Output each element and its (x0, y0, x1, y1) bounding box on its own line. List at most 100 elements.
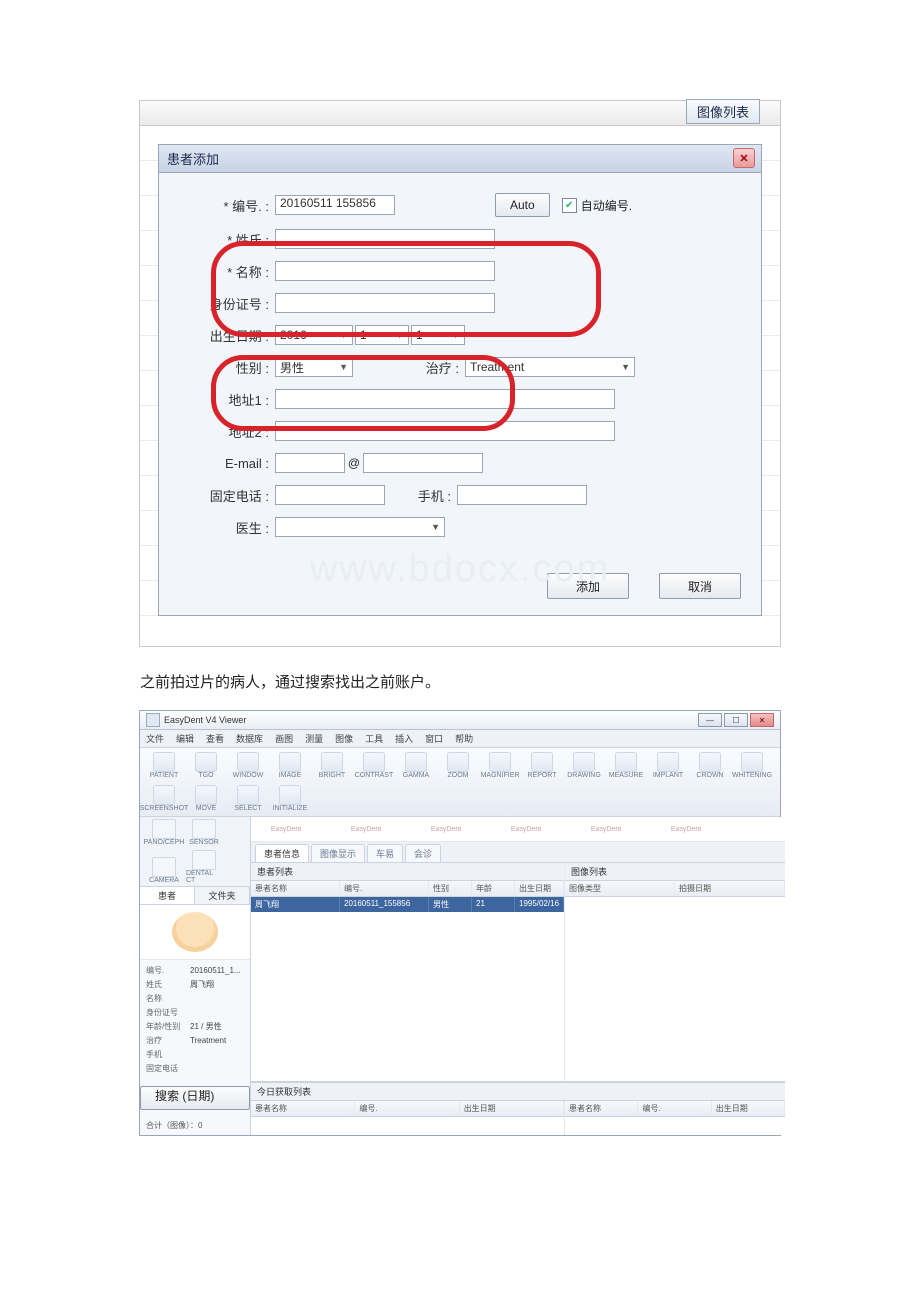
thT-B0[interactable]: 患者名称 (565, 1101, 638, 1116)
select-year[interactable]: 2016▼ (275, 325, 353, 345)
menu-6[interactable]: 图像 (335, 732, 353, 745)
chevron-down-icon: ▼ (431, 522, 440, 532)
toolbtn-initialize[interactable]: INITIALIZE (272, 785, 308, 812)
ctab-0[interactable]: 患者信息 (255, 844, 309, 862)
auto-button[interactable]: Auto (495, 193, 550, 217)
chevron-down-icon: ▼ (395, 330, 404, 340)
image-count: 合计（图像）：0 (140, 1116, 250, 1135)
select-doctor[interactable]: ▼ (275, 517, 445, 537)
toolbtn-magnifier[interactable]: MAGNIFIER (482, 752, 518, 779)
input-id[interactable]: 20160511 155856 (275, 195, 395, 215)
info-nid-k: 身份证号 (146, 1006, 190, 1020)
select-day[interactable]: 1▼ (411, 325, 465, 345)
tool-label: INITIALIZE (273, 805, 308, 812)
thB-1[interactable]: 拍摄日期 (675, 881, 785, 896)
toolbtn-tgo[interactable]: TGO (188, 752, 224, 779)
menu-7[interactable]: 工具 (365, 732, 383, 745)
tool-icon (237, 752, 259, 772)
menu-0[interactable]: 文件 (146, 732, 164, 745)
toolbtn-report[interactable]: REPORT (524, 752, 560, 779)
toolbtn-select[interactable]: SELECT (230, 785, 266, 812)
ctab-1[interactable]: 图像显示 (311, 844, 365, 862)
menu-8[interactable]: 插入 (395, 732, 413, 745)
minimize-icon[interactable]: — (698, 713, 722, 727)
tool-icon (405, 752, 427, 772)
label-doctor: 医生 : (183, 518, 275, 537)
toolbtn-screenshot[interactable]: SCREENSHOT (146, 785, 182, 812)
thumb-3[interactable]: EasyDent (501, 823, 551, 835)
input-firstname[interactable] (275, 261, 495, 281)
label-firstname: * 名称 : (183, 262, 275, 281)
input-email-domain[interactable] (363, 453, 483, 473)
auto-number-checkbox[interactable]: ✔ 自动编号. (562, 197, 632, 214)
thumb-1[interactable]: EasyDent (341, 823, 391, 835)
input-tel[interactable] (275, 485, 385, 505)
toolbtn-move[interactable]: MOVE (188, 785, 224, 812)
toolbtn-implant[interactable]: IMPLANT (650, 752, 686, 779)
input-email-local[interactable] (275, 453, 345, 473)
select-treatment[interactable]: Treatment▼ (465, 357, 635, 377)
thA-3[interactable]: 年龄 (472, 881, 515, 896)
toolbtn-crown[interactable]: CROWN (692, 752, 728, 779)
label-id: * 编号. : (183, 196, 275, 215)
tab-image-list[interactable]: 图像列表 (686, 99, 760, 124)
thB-0[interactable]: 图像类型 (565, 881, 675, 896)
ctab-2[interactable]: 车易 (367, 844, 403, 862)
input-lastname[interactable] (275, 229, 495, 249)
thA-4[interactable]: 出生日期 (515, 881, 564, 896)
toolbtn-image[interactable]: IMAGE (272, 752, 308, 779)
add-button[interactable]: 添加 (547, 573, 629, 599)
maximize-icon[interactable]: ☐ (724, 713, 748, 727)
menu-1[interactable]: 编辑 (176, 732, 194, 745)
menu-4[interactable]: 画图 (275, 732, 293, 745)
subbtn-1[interactable]: SENSOR (186, 819, 222, 846)
search-date-button[interactable]: 搜索 (日期) (140, 1086, 250, 1110)
thA-2[interactable]: 性别 (429, 881, 472, 896)
toolbtn-patient[interactable]: PATIENT (146, 752, 182, 779)
subbtn-2[interactable]: CAMERA (146, 857, 182, 884)
subbtn-3[interactable]: DENTAL CT (186, 850, 222, 884)
menu-5[interactable]: 测量 (305, 732, 323, 745)
toolbtn-gamma[interactable]: GAMMA (398, 752, 434, 779)
lp-tab-folder[interactable]: 文件夹 (195, 887, 250, 904)
select-gender[interactable]: 男性▼ (275, 357, 353, 377)
close-icon[interactable]: ✕ (750, 713, 774, 727)
ctab-3[interactable]: 会诊 (405, 844, 441, 862)
toolbtn-zoom[interactable]: ZOOM (440, 752, 476, 779)
caption-text: 之前拍过片的病人，通过搜索找出之前账户。 (140, 671, 780, 692)
thA-0[interactable]: 患者名称 (251, 881, 340, 896)
lp-tab-patient[interactable]: 患者 (140, 887, 195, 904)
thumb-2[interactable]: EasyDent (421, 823, 471, 835)
thT-A0[interactable]: 患者名称 (251, 1101, 355, 1116)
thT-B2[interactable]: 出生日期 (712, 1101, 785, 1116)
thT-B1[interactable]: 编号. (638, 1101, 711, 1116)
thumb-0[interactable]: EasyDent (261, 823, 311, 835)
input-addr2[interactable] (275, 421, 615, 441)
toolbtn-whitening[interactable]: WHITENING (734, 752, 770, 779)
input-mobile[interactable] (457, 485, 587, 505)
close-icon[interactable]: ✕ (733, 148, 755, 168)
select-month[interactable]: 1▼ (355, 325, 409, 345)
tool-icon (699, 752, 721, 772)
thT-A2[interactable]: 出生日期 (460, 1101, 564, 1116)
toolbtn-contrast[interactable]: CONTRAST (356, 752, 392, 779)
menu-9[interactable]: 窗口 (425, 732, 443, 745)
toolbtn-measure[interactable]: MEASURE (608, 752, 644, 779)
thT-A1[interactable]: 编号. (355, 1101, 459, 1116)
thA-1[interactable]: 编号. (340, 881, 429, 896)
tool-label: BRIGHT (319, 772, 345, 779)
subbtn-0[interactable]: PANO/CEPH (146, 819, 182, 846)
thumb-4[interactable]: EasyDent (581, 823, 631, 835)
input-addr1[interactable] (275, 389, 615, 409)
menu-2[interactable]: 查看 (206, 732, 224, 745)
select-gender-value: 男性 (280, 359, 304, 376)
input-nid[interactable] (275, 293, 495, 313)
toolbtn-window[interactable]: WINDOW (230, 752, 266, 779)
menu-3[interactable]: 数据库 (236, 732, 263, 745)
patient-row[interactable]: 周飞翔 20160511_155856 男性 21 1995/02/16 (251, 897, 564, 912)
thumb-5[interactable]: EasyDent (661, 823, 711, 835)
toolbtn-bright[interactable]: BRIGHT (314, 752, 350, 779)
toolbtn-drawing[interactable]: DRAWING (566, 752, 602, 779)
cancel-button[interactable]: 取消 (659, 573, 741, 599)
menu-10[interactable]: 帮助 (455, 732, 473, 745)
